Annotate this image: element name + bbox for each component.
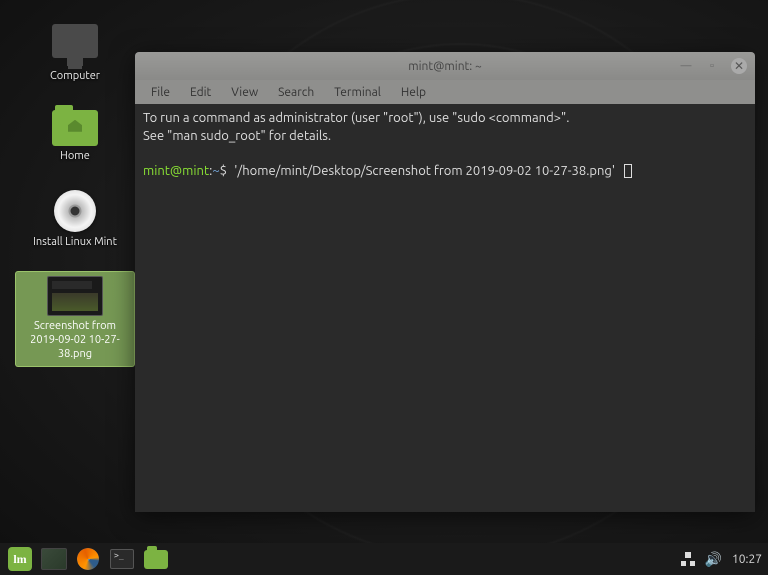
firefox-launcher[interactable] (74, 546, 102, 572)
prompt-path: ~ (212, 164, 219, 178)
firefox-icon (77, 548, 99, 570)
terminal-command: '/home/mint/Desktop/Screenshot from 2019… (234, 164, 615, 178)
taskbar: 🔊 10:27 (0, 543, 768, 575)
icon-label: Install Linux Mint (33, 236, 117, 250)
desktop-icon-screenshot[interactable]: Screenshot from 2019-09-02 10-27-38.png (15, 271, 135, 366)
files-launcher[interactable] (142, 546, 170, 572)
computer-icon (52, 24, 98, 58)
menu-help[interactable]: Help (393, 84, 434, 101)
show-desktop-icon (41, 548, 67, 570)
minimize-button[interactable]: ― (679, 59, 693, 73)
window-buttons: ― ▫ ✕ (679, 58, 747, 74)
desktop-wallpaper[interactable]: Computer Home Install Linux Mint Screens… (0, 0, 768, 575)
system-tray: 🔊 10:27 (681, 551, 762, 568)
terminal-body[interactable]: To run a command as administrator (user … (135, 104, 755, 512)
show-desktop-button[interactable] (40, 546, 68, 572)
window-titlebar[interactable]: mint@mint: ~ ― ▫ ✕ (135, 52, 755, 80)
clock[interactable]: 10:27 (732, 553, 762, 566)
prompt-user: mint@mint (143, 164, 209, 178)
menu-search[interactable]: Search (270, 84, 322, 101)
desktop-icon-install[interactable]: Install Linux Mint (15, 186, 135, 254)
terminal-icon (110, 549, 134, 569)
terminal-motd-line: See "man sudo_root" for details. (143, 129, 331, 143)
icon-label: Computer (50, 70, 100, 84)
terminal-menubar: File Edit View Search Terminal Help (135, 80, 755, 104)
disc-icon (54, 190, 96, 232)
mint-logo-icon (8, 547, 32, 571)
terminal-launcher[interactable] (108, 546, 136, 572)
prompt-symbol: $ (220, 164, 227, 178)
menu-terminal[interactable]: Terminal (326, 84, 389, 101)
home-folder-icon (52, 110, 98, 146)
menu-edit[interactable]: Edit (182, 84, 219, 101)
icon-label: Home (60, 150, 90, 164)
menu-button[interactable] (6, 546, 34, 572)
terminal-cursor (624, 164, 632, 178)
maximize-button[interactable]: ▫ (705, 59, 719, 73)
close-button[interactable]: ✕ (731, 58, 747, 74)
folder-icon (144, 550, 168, 569)
desktop-icons: Computer Home Install Linux Mint Screens… (15, 20, 135, 367)
volume-icon[interactable]: 🔊 (705, 551, 722, 568)
desktop-icon-home[interactable]: Home (15, 106, 135, 168)
menu-view[interactable]: View (223, 84, 266, 101)
desktop-icon-computer[interactable]: Computer (15, 20, 135, 88)
image-thumbnail-icon (47, 276, 103, 316)
terminal-motd-line: To run a command as administrator (user … (143, 111, 569, 125)
menu-file[interactable]: File (143, 84, 178, 101)
terminal-window[interactable]: mint@mint: ~ ― ▫ ✕ File Edit View Search… (135, 52, 755, 512)
icon-label: Screenshot from 2019-09-02 10-27-38.png (20, 320, 130, 361)
window-title: mint@mint: ~ (408, 60, 482, 73)
network-icon[interactable] (681, 552, 695, 566)
